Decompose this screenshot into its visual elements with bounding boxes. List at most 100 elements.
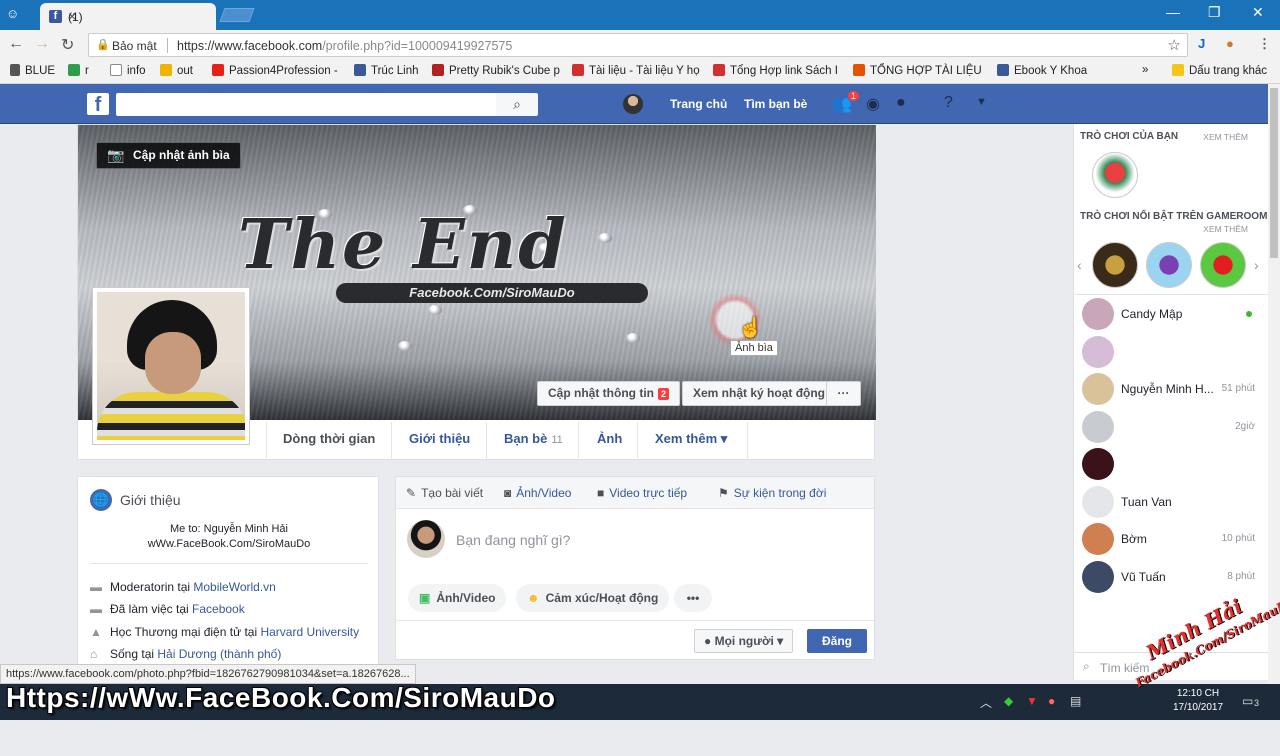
- tab-photos[interactable]: Ảnh: [597, 431, 622, 446]
- nav-home-link[interactable]: Trang chủ: [670, 97, 727, 111]
- featured-see-more-link[interactable]: XEM THÊM: [1203, 224, 1248, 234]
- forward-arrow-icon[interactable]: →: [34, 35, 50, 53]
- contact-name: Vũ Tuấn: [1121, 570, 1166, 584]
- contact-last-active: 10 phút: [1221, 533, 1255, 544]
- game-thumbnail[interactable]: [1092, 152, 1138, 198]
- bookmark-item[interactable]: info: [110, 64, 146, 77]
- tray-app-icon[interactable]: ◆: [1004, 694, 1013, 708]
- contact-item[interactable]: Tuan Van: [1080, 486, 1265, 520]
- bookmark-favicon-icon: [432, 64, 444, 76]
- camera-icon: 📷: [107, 147, 125, 163]
- activity-log-button[interactable]: Xem nhật ký hoạt động: [682, 381, 837, 406]
- scrollbar-thumb[interactable]: [1270, 88, 1278, 258]
- browser-menu-icon[interactable]: ⋮: [1258, 36, 1271, 52]
- composer-tab-label: Tạo bài viết: [421, 486, 484, 500]
- back-arrow-icon[interactable]: ←: [8, 35, 24, 53]
- help-icon[interactable]: ?: [944, 94, 953, 112]
- bookmark-label: BLUE: [25, 65, 56, 77]
- contact-item[interactable]: Bờm 10 phút: [1080, 523, 1265, 557]
- tab-timeline[interactable]: Dòng thời gian: [283, 431, 375, 446]
- update-cover-button[interactable]: 📷 Cập nhật ảnh bìa: [96, 142, 241, 169]
- browser-profile-icon[interactable]: ☺: [6, 6, 19, 21]
- cookie-extension-icon[interactable]: ●: [1226, 36, 1234, 51]
- extension-j-icon[interactable]: J: [1198, 36, 1205, 51]
- bookmark-item[interactable]: Trúc Linh: [354, 64, 419, 77]
- reload-icon[interactable]: ↻: [61, 35, 74, 55]
- profile-picture[interactable]: [92, 287, 250, 445]
- bookmark-label: Ebook Y Khoa: [1014, 65, 1088, 77]
- url-bar[interactable]: 🔒 Bảo mật https://www.facebook.com/profi…: [88, 33, 1188, 57]
- tray-v-icon[interactable]: ▼: [1026, 694, 1038, 708]
- more-options-button[interactable]: ···: [826, 381, 861, 406]
- bookmark-item[interactable]: BLUE: [10, 64, 55, 77]
- intro-row-link[interactable]: MobileWorld.vn: [193, 580, 275, 594]
- update-cover-label: Cập nhật ảnh bìa: [133, 148, 230, 162]
- notifications-globe-icon[interactable]: ●: [896, 94, 906, 112]
- facebook-top-bar: f ⌕ Trang chủ Tìm bạn bè 👥 1 ◉ ● ? ▼: [0, 84, 1280, 124]
- feeling-activity-button[interactable]: ☻ Cảm xúc/Hoạt động: [516, 584, 670, 612]
- smiley-icon: ☻: [527, 591, 540, 605]
- messenger-icon[interactable]: ◉: [866, 94, 880, 114]
- bookmark-label: Dấu trang khác: [1189, 65, 1267, 77]
- new-tab-button[interactable]: [219, 8, 255, 22]
- tray-network-icon[interactable]: ▤: [1070, 694, 1081, 708]
- bookmark-item[interactable]: Passion4Profession -: [212, 64, 338, 77]
- bookmark-item[interactable]: TỔNG HỢP TÀI LIỆU: [853, 64, 982, 77]
- games-see-more-link[interactable]: XEM THÊM: [1203, 132, 1248, 142]
- bookmark-item[interactable]: out: [160, 64, 193, 77]
- page-scrollbar[interactable]: [1268, 84, 1280, 684]
- search-icon[interactable]: ⌕: [496, 93, 538, 116]
- tab-close-icon[interactable]: ×: [68, 8, 208, 24]
- intro-row-link[interactable]: Hải Dương (thành phố): [157, 647, 281, 661]
- tab-more[interactable]: Xem thêm ▾: [655, 431, 727, 447]
- tray-circle-icon[interactable]: ●: [1048, 694, 1055, 708]
- composer-tab-photo-video[interactable]: ◙ Ảnh/Video: [504, 486, 571, 500]
- bookmark-item[interactable]: Pretty Rubik's Cube p: [432, 64, 560, 77]
- url-text[interactable]: https://www.facebook.com/profile.php?id=…: [177, 39, 512, 53]
- composer-tab-live-video[interactable]: ■ Video trực tiếp: [597, 486, 687, 500]
- bookmark-item[interactable]: Ebook Y Khoa: [997, 64, 1087, 77]
- browser-tab[interactable]: f (1) ×: [40, 3, 216, 30]
- lock-icon: 🔒: [96, 39, 110, 51]
- composer-input[interactable]: Bạn đang nghĩ gì?: [456, 532, 570, 548]
- tab-about[interactable]: Giới thiệu: [409, 431, 470, 446]
- bookmarks-overflow-chevron-icon[interactable]: »: [1142, 64, 1148, 76]
- update-info-button[interactable]: Cập nhật thông tin 2: [537, 381, 680, 406]
- privacy-selector[interactable]: ● Mọi người ▾: [694, 629, 794, 653]
- game-thumbnail[interactable]: [1146, 242, 1192, 288]
- game-thumbnail[interactable]: [1092, 242, 1138, 288]
- account-menu-chevron-icon[interactable]: ▼: [976, 96, 987, 108]
- bookmark-item[interactable]: Tài liệu - Tài liệu Y họ: [572, 64, 700, 77]
- contact-item[interactable]: [1080, 336, 1265, 370]
- nav-find-friends-link[interactable]: Tìm bạn bè: [744, 97, 807, 111]
- hand-cursor-icon: ☝: [738, 317, 763, 339]
- tab-friends[interactable]: Bạn bè 11: [504, 431, 563, 446]
- contact-item[interactable]: 2giờ: [1080, 411, 1265, 445]
- post-button[interactable]: Đăng: [807, 629, 867, 653]
- bookmark-item[interactable]: r: [68, 64, 89, 77]
- carousel-right-arrow-icon[interactable]: ›: [1254, 257, 1259, 273]
- composer-tab-create-post[interactable]: ✎ Tạo bài viết: [406, 486, 483, 500]
- photo-video-button[interactable]: ▣ Ảnh/Video: [408, 584, 507, 612]
- bookmark-star-icon[interactable]: ☆: [1168, 36, 1181, 54]
- maximize-button[interactable]: ❐: [1208, 4, 1221, 21]
- bookmark-item[interactable]: Tổng Hợp link Sách I: [713, 64, 838, 77]
- facebook-logo-icon[interactable]: f: [87, 93, 109, 116]
- composer-tab-life-event[interactable]: ⚑ Sự kiện trong đời: [718, 486, 826, 500]
- minimize-button[interactable]: —: [1166, 4, 1180, 20]
- bookmark-label: TỔNG HỢP TÀI LIỆU: [870, 65, 982, 77]
- contact-item[interactable]: [1080, 448, 1265, 482]
- bookmark-folder-other[interactable]: Dấu trang khác: [1172, 64, 1267, 77]
- facebook-search-input[interactable]: [116, 93, 496, 116]
- contact-item[interactable]: Nguyễn Minh H... 51 phút: [1080, 373, 1265, 407]
- intro-bio-line: wWw.FaceBook.Com/SiroMauDo: [147, 538, 311, 550]
- game-thumbnail[interactable]: [1200, 242, 1246, 288]
- header-avatar[interactable]: [623, 94, 643, 114]
- tray-up-arrow-icon[interactable]: ︿: [980, 694, 992, 711]
- carousel-left-arrow-icon[interactable]: ‹: [1077, 257, 1082, 273]
- contact-item[interactable]: Candy Mập: [1080, 298, 1265, 332]
- close-window-button[interactable]: ✕: [1252, 4, 1264, 21]
- intro-row-link[interactable]: Facebook: [192, 602, 245, 616]
- composer-more-button[interactable]: •••: [674, 584, 712, 612]
- intro-row-link[interactable]: Harvard University: [260, 625, 359, 639]
